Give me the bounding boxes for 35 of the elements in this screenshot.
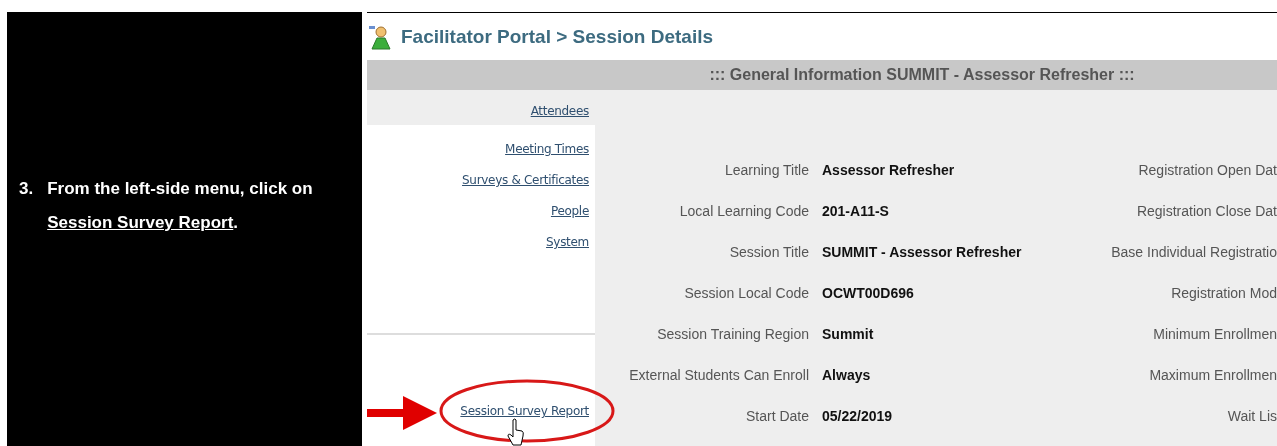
menu-link[interactable]: System [546,235,589,249]
field-value: Assessor Refresher [822,161,956,180]
field-label: Maximum Enrollmen [1148,366,1277,385]
pointer-arrow [367,396,437,430]
instruction-period: . [233,213,239,232]
field-value: SUMMIT - Assessor Refresher [822,243,1023,262]
field-label: Registration Mod [1170,284,1277,303]
step-number: 3. [19,178,34,200]
field-value: OCWT00D696 [822,284,915,303]
section-title: ::: General Information SUMMIT - Assessor Refresher ::: [708,66,1135,84]
field-label: Registration Open Dat [1137,161,1277,180]
menu-link[interactable]: People [550,204,589,218]
field-value: 201-A11-S [822,202,890,221]
instruction-emphasis: Session Survey Report [47,213,234,232]
field-value: Always [822,366,872,385]
field-value: Summit [822,325,875,344]
field-label: Session Local Code [683,284,810,303]
field-label: Session Training Region [656,325,810,344]
field-value: 05/22/2019 [822,407,894,426]
field-label: Wait Lis [1226,407,1277,426]
field-label: Learning Title [723,161,810,180]
field-label: Session Title [728,243,810,262]
field-label: Minimum Enrollmen [1152,325,1277,344]
menu-link[interactable]: Meeting Times [505,142,589,156]
menu-link[interactable]: Attendees [530,104,589,118]
field-label: Local Learning Code [678,202,810,221]
menu-link[interactable]: Surveys & Certificates [462,173,589,187]
field-label: Base Individual Registratio [1111,243,1277,262]
field-label: Start Date [744,407,810,426]
report-link[interactable]: Session Survey Report [460,404,589,418]
field-label: External Students Can Enroll [628,366,810,385]
page-title: Facilitator Portal > Session Details [401,25,714,48]
field-label: Registration Close Dat [1135,202,1277,221]
person-icon [369,23,393,50]
instruction-text: From the left-side menu, click on [47,178,313,200]
